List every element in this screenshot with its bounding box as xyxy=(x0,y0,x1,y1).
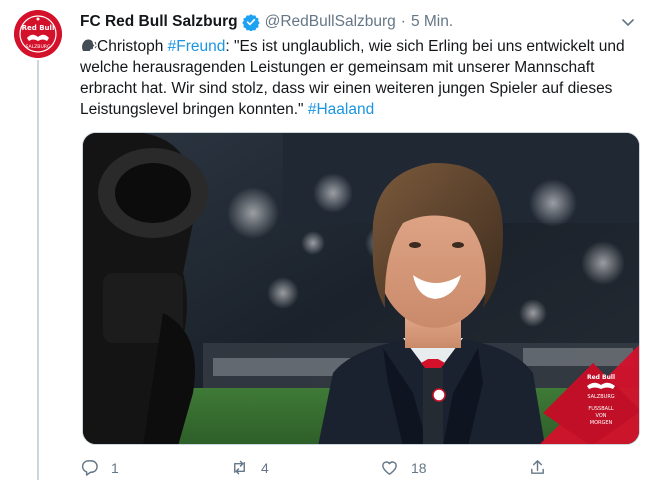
timestamp[interactable]: 5 Min. xyxy=(411,13,453,31)
share-button[interactable] xyxy=(528,458,547,477)
tweet-media-photo[interactable]: Red Bull SALZBURG FUSSBALL VON MORGEN xyxy=(82,132,640,445)
svg-text:SALZBURG: SALZBURG xyxy=(25,44,51,50)
separator-dot: · xyxy=(400,13,406,30)
author-name[interactable]: FC Red Bull Salzburg xyxy=(80,13,238,31)
reply-icon xyxy=(81,460,98,476)
like-button[interactable]: 18 xyxy=(380,458,427,477)
tweet-card[interactable]: Red Bull SALZBURG FC Red Bull Salzburg @… xyxy=(0,0,652,480)
avatar[interactable]: Red Bull SALZBURG xyxy=(14,10,62,58)
reply-count: 1 xyxy=(111,459,119,476)
media-logo-slogan-2: VON xyxy=(595,413,606,419)
heart-icon xyxy=(382,461,397,475)
retweet-count: 4 xyxy=(261,459,269,476)
thread-line xyxy=(37,60,39,480)
retweet-icon xyxy=(234,460,245,475)
media-logo-slogan-1: FUSSBALL xyxy=(588,406,614,412)
media-logo-club: SALZBURG xyxy=(587,394,614,400)
media-logo-slogan-3: MORGEN xyxy=(590,420,613,426)
hashtag-haaland[interactable]: #Haaland xyxy=(308,101,374,118)
reply-button[interactable]: 1 xyxy=(80,458,119,477)
like-count: 18 xyxy=(411,459,427,476)
svg-text:Red Bull: Red Bull xyxy=(22,24,55,32)
tweet-text: Christoph #Freund: "Es ist unglaublich, … xyxy=(80,36,640,120)
media-logo-brand: Red Bull xyxy=(587,374,615,381)
chevron-down-icon[interactable] xyxy=(620,14,636,30)
hashtag-freund[interactable]: #Freund xyxy=(168,38,226,55)
tweet-text-part-1: Christoph xyxy=(97,38,168,55)
share-icon xyxy=(531,460,544,474)
tweet-actions: 1 4 18 xyxy=(80,458,560,480)
tweet-header: FC Red Bull Salzburg @RedBullSalzburg · … xyxy=(80,10,636,34)
verified-badge-icon xyxy=(241,14,260,31)
speaking-head-emoji-icon xyxy=(82,39,97,51)
author-handle[interactable]: @RedBullSalzburg xyxy=(265,13,396,31)
retweet-button[interactable]: 4 xyxy=(230,458,269,477)
